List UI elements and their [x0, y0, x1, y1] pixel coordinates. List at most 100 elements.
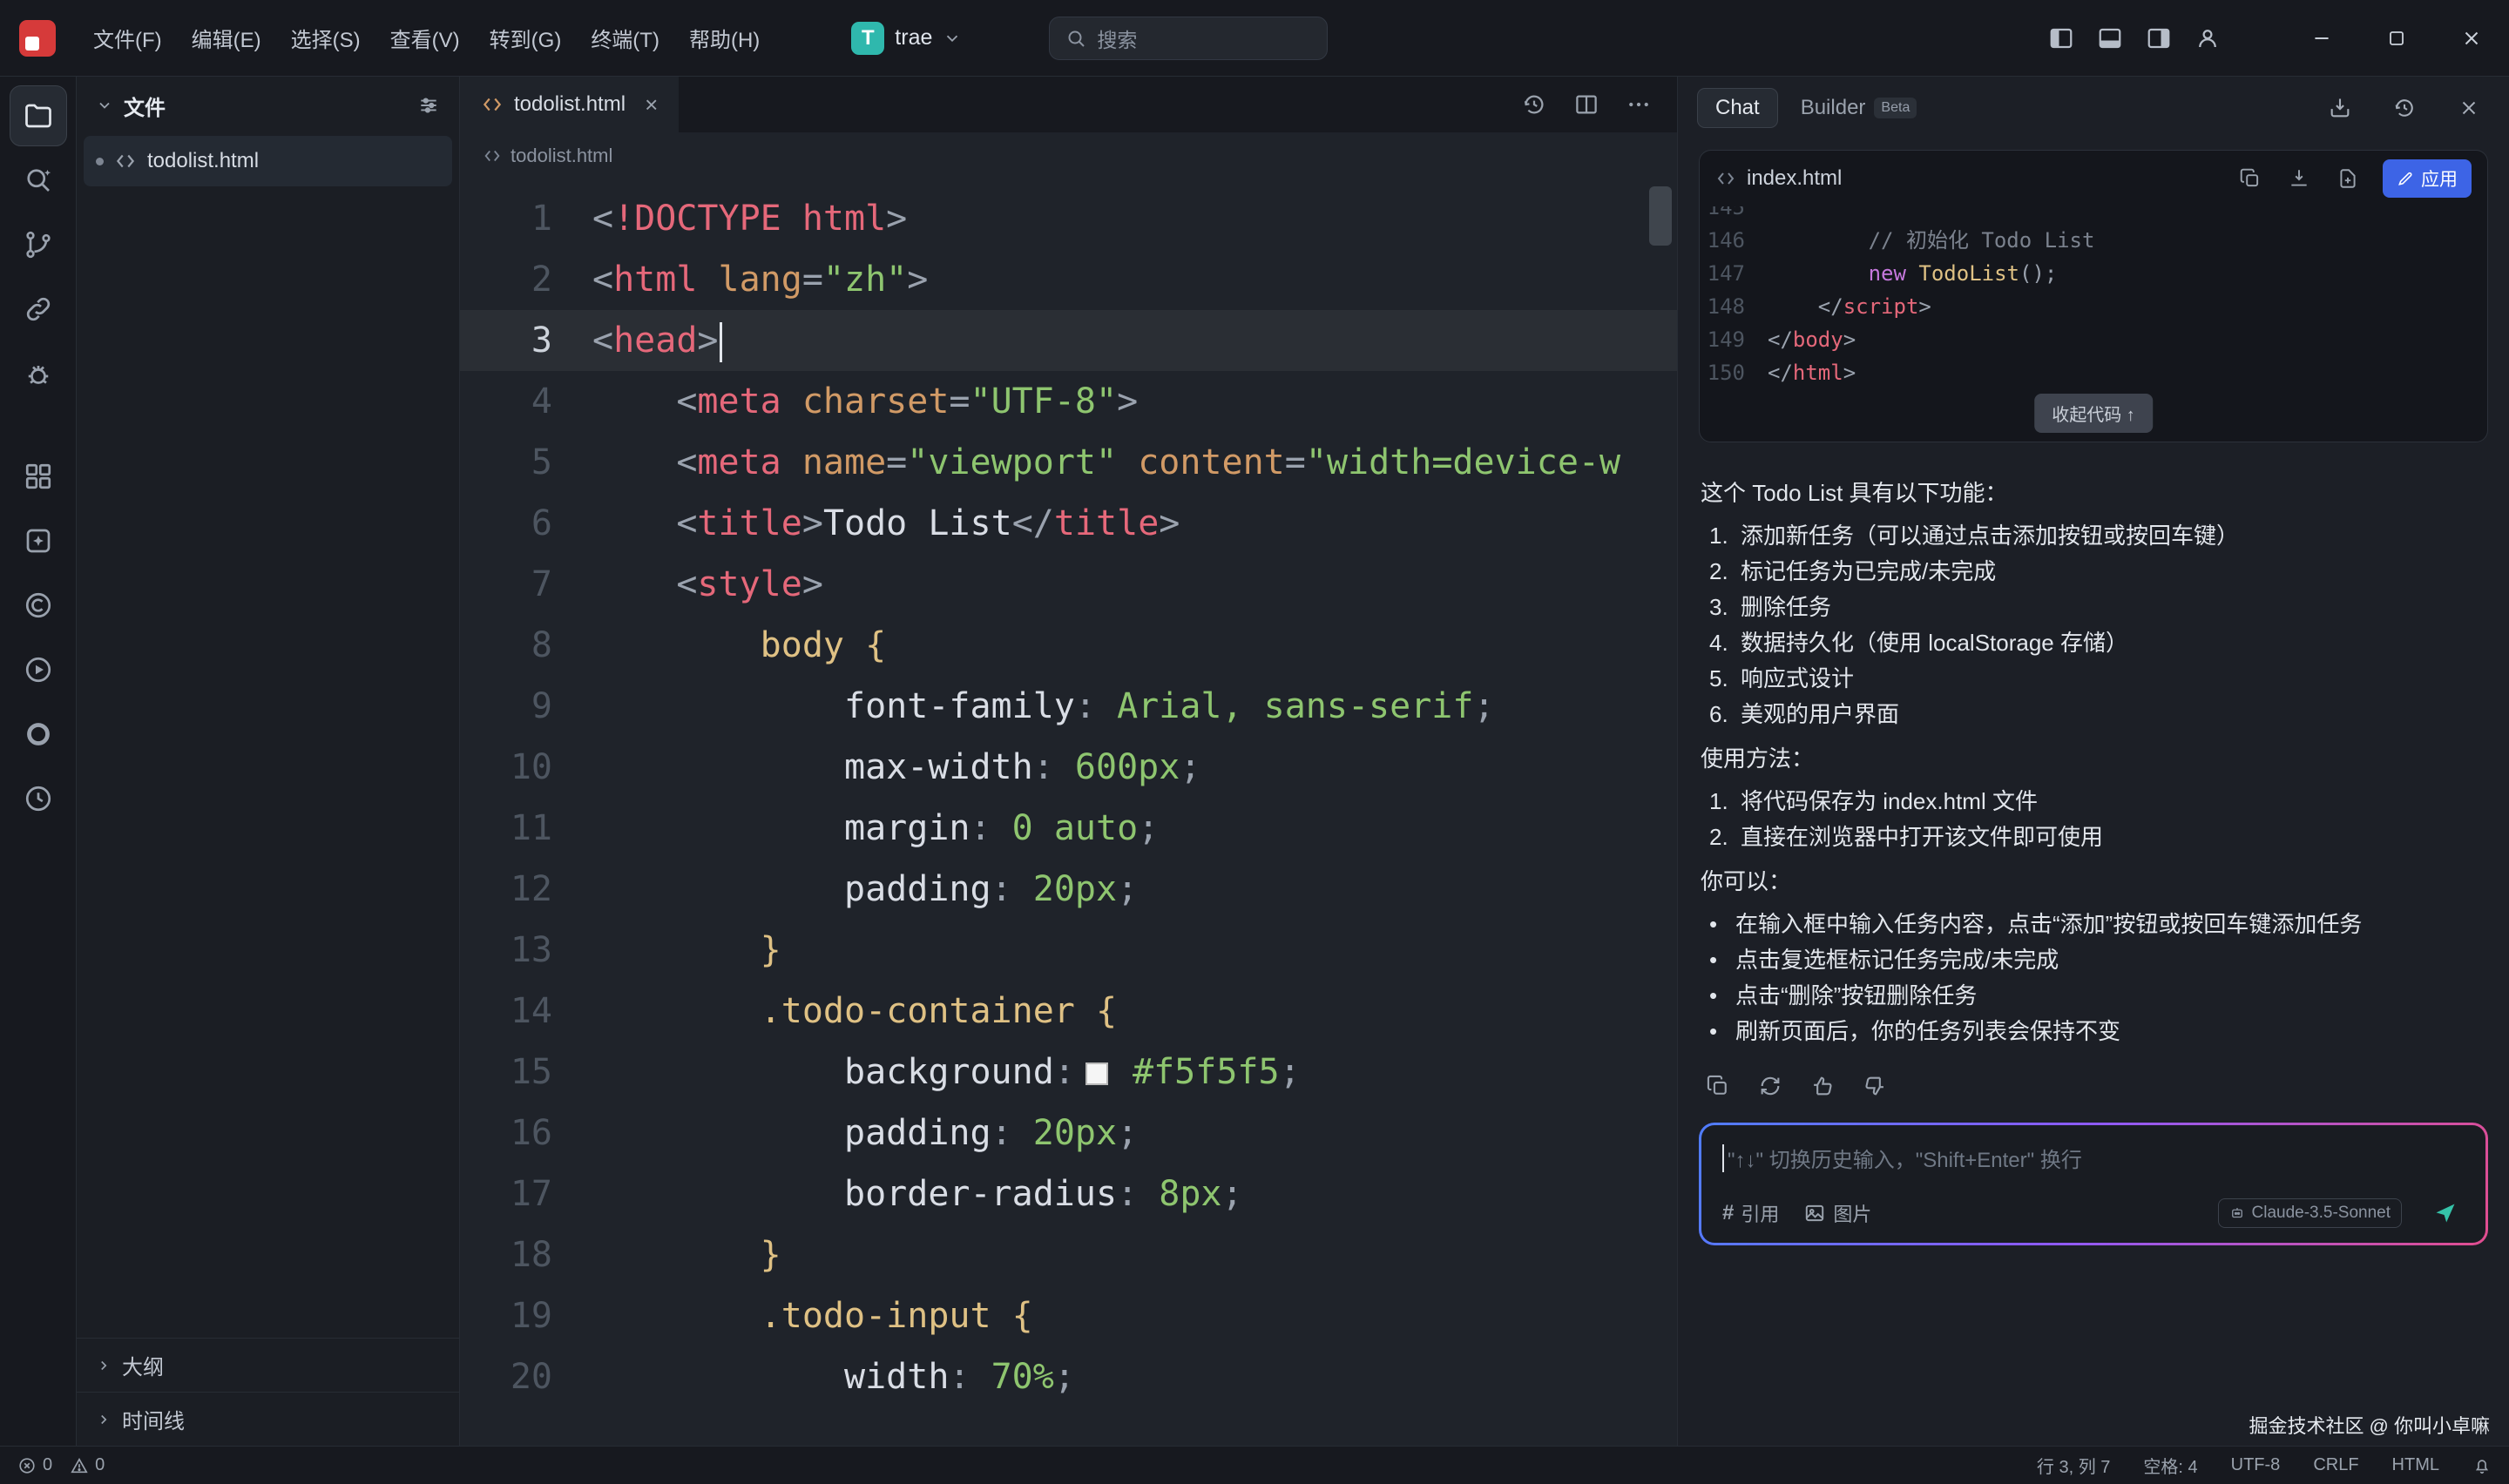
menu-item[interactable]: 编辑(E): [177, 14, 276, 62]
code-line-3[interactable]: 3<head>: [460, 310, 1677, 371]
color-swatch[interactable]: [1085, 1062, 1108, 1085]
code-line-2[interactable]: 2<html lang="zh">: [460, 249, 1677, 310]
code-line-5[interactable]: 5 <meta name="viewport" content="width=d…: [460, 432, 1677, 493]
menu-item[interactable]: 帮助(H): [674, 14, 774, 62]
model-selector[interactable]: Claude-3.5-Sonnet: [2218, 1198, 2403, 1228]
menu-item[interactable]: 选择(S): [276, 14, 375, 62]
token: [697, 260, 718, 300]
code-line-149[interactable]: 149</body>: [1700, 323, 2487, 356]
code-line-10[interactable]: 10 max-width: 600px;: [460, 737, 1677, 798]
close-panel-icon[interactable]: [2448, 87, 2490, 129]
tab-close-icon[interactable]: ×: [645, 91, 658, 118]
split-editor-icon[interactable]: [1564, 82, 1609, 127]
link-icon[interactable]: [10, 279, 67, 340]
maximize-icon[interactable]: [2359, 0, 2434, 77]
code-line-6[interactable]: 6 <title>Todo List</title>: [460, 493, 1677, 554]
menu-item[interactable]: 文件(F): [78, 14, 177, 62]
code-line-11[interactable]: 11 margin: 0 auto;: [460, 798, 1677, 859]
line-number: 15: [460, 1042, 592, 1103]
regenerate-icon[interactable]: [1751, 1067, 1789, 1105]
ai-search-icon[interactable]: [10, 150, 67, 211]
ai-plugin-icon[interactable]: [10, 510, 67, 571]
app-logo-icon[interactable]: [19, 20, 56, 57]
code-line-145[interactable]: 145: [1700, 206, 2487, 224]
layout-panel-icon[interactable]: [2086, 14, 2134, 63]
copy-code-icon[interactable]: [2231, 159, 2269, 198]
code-line-150[interactable]: 150</html>: [1700, 356, 2487, 389]
collapse-code-button[interactable]: 收起代码 ↑: [2034, 394, 2153, 433]
encoding[interactable]: UTF-8: [2231, 1455, 2281, 1475]
scrollbar-thumb[interactable]: [1649, 186, 1672, 246]
apply-button[interactable]: 应用: [2383, 159, 2472, 198]
workspace-switcher[interactable]: T trae: [839, 15, 974, 62]
code-line-148[interactable]: 148 </script>: [1700, 290, 2487, 323]
usage-icon[interactable]: [10, 704, 67, 765]
code-line-17[interactable]: 17 border-radius: 8px;: [460, 1164, 1677, 1224]
run-icon[interactable]: [10, 639, 67, 700]
token: head: [613, 320, 697, 361]
tab-chat[interactable]: Chat: [1697, 88, 1778, 128]
code-editor[interactable]: 1<!DOCTYPE html>2<html lang="zh">3<head>…: [460, 179, 1677, 1446]
more-actions-icon[interactable]: [1616, 82, 1661, 127]
export-chat-icon[interactable]: [2319, 87, 2361, 129]
code-line-13[interactable]: 13 }: [460, 920, 1677, 981]
code-line-15[interactable]: 15 background: #f5f5f5;: [460, 1042, 1677, 1103]
code-line-146[interactable]: 146 // 初始化 Todo List: [1700, 224, 2487, 257]
image-button[interactable]: 图片: [1803, 1199, 1871, 1227]
explorer-icon[interactable]: [10, 85, 67, 146]
send-icon[interactable]: [2426, 1196, 2465, 1231]
chevron-down-icon[interactable]: [96, 97, 113, 114]
filter-icon[interactable]: [417, 94, 440, 117]
close-icon[interactable]: [2434, 0, 2509, 77]
menu-item[interactable]: 查看(V): [375, 14, 475, 62]
code-line-147[interactable]: 147 new TodoList();: [1700, 257, 2487, 290]
history-icon[interactable]: [10, 768, 67, 829]
code-line-9[interactable]: 9 font-family: Arial, sans-serif;: [460, 676, 1677, 737]
problems-errors[interactable]: 0: [17, 1455, 52, 1475]
account-icon[interactable]: [2183, 14, 2232, 63]
code-line-16[interactable]: 16 padding: 20px;: [460, 1103, 1677, 1164]
code-line-14[interactable]: 14 .todo-container {: [460, 981, 1677, 1042]
outline-section[interactable]: 大纲: [77, 1338, 459, 1392]
copy-message-icon[interactable]: [1699, 1067, 1737, 1105]
timeline-section[interactable]: 时间线: [77, 1392, 459, 1446]
file-item-todolist[interactable]: todolist.html: [84, 136, 452, 186]
layout-sidebar-right-icon[interactable]: [2134, 14, 2183, 63]
debug-icon[interactable]: [10, 343, 67, 404]
menu-item[interactable]: 转到(G): [475, 14, 577, 62]
file-history-icon[interactable]: [1511, 82, 1557, 127]
code-line-12[interactable]: 12 padding: 20px;: [460, 859, 1677, 920]
global-search[interactable]: 搜索: [1049, 17, 1328, 60]
reference-button[interactable]: # 引用: [1722, 1199, 1779, 1227]
code-line-1[interactable]: 1<!DOCTYPE html>: [460, 188, 1677, 249]
tab-builder[interactable]: Builder Beta: [1801, 96, 1917, 120]
extensions-icon[interactable]: [10, 446, 67, 507]
breadcrumb[interactable]: todolist.html: [460, 132, 1677, 179]
tab-todolist[interactable]: todolist.html ×: [460, 77, 679, 132]
indentation[interactable]: 空格: 4: [2143, 1453, 2197, 1478]
problems-warnings[interactable]: 0: [70, 1455, 105, 1475]
chat-input[interactable]: "↑↓" 切换历史输入，"Shift+Enter" 换行 # 引用 图片: [1701, 1125, 2485, 1243]
eol-sequence[interactable]: CRLF: [2313, 1455, 2358, 1475]
bell-icon[interactable]: [2472, 1456, 2492, 1475]
layout-sidebar-left-icon[interactable]: [2037, 14, 2086, 63]
code-line-4[interactable]: 4 <meta charset="UTF-8">: [460, 371, 1677, 432]
code-line-20[interactable]: 20 width: 70%;: [460, 1346, 1677, 1407]
new-file-icon[interactable]: [2329, 159, 2367, 198]
code-line-18[interactable]: 18 }: [460, 1224, 1677, 1285]
chat-history-icon[interactable]: [2384, 87, 2425, 129]
cursor-position[interactable]: 行 3, 列 7: [2037, 1453, 2110, 1478]
copilot-icon[interactable]: [10, 575, 67, 636]
code-line-7[interactable]: 7 <style>: [460, 554, 1677, 615]
insert-code-icon[interactable]: [2280, 159, 2318, 198]
breadcrumb-item[interactable]: todolist.html: [511, 145, 612, 167]
source-control-icon[interactable]: [10, 214, 67, 275]
minimize-icon[interactable]: [2284, 0, 2359, 77]
thumbs-down-icon[interactable]: [1856, 1067, 1894, 1105]
menu-item[interactable]: 终端(T): [576, 14, 674, 62]
thumbs-up-icon[interactable]: [1803, 1067, 1842, 1105]
language-mode[interactable]: HTML: [2392, 1455, 2439, 1475]
code-line-19[interactable]: 19 .todo-input {: [460, 1285, 1677, 1346]
html-file-icon: [114, 150, 137, 172]
code-line-8[interactable]: 8 body {: [460, 615, 1677, 676]
